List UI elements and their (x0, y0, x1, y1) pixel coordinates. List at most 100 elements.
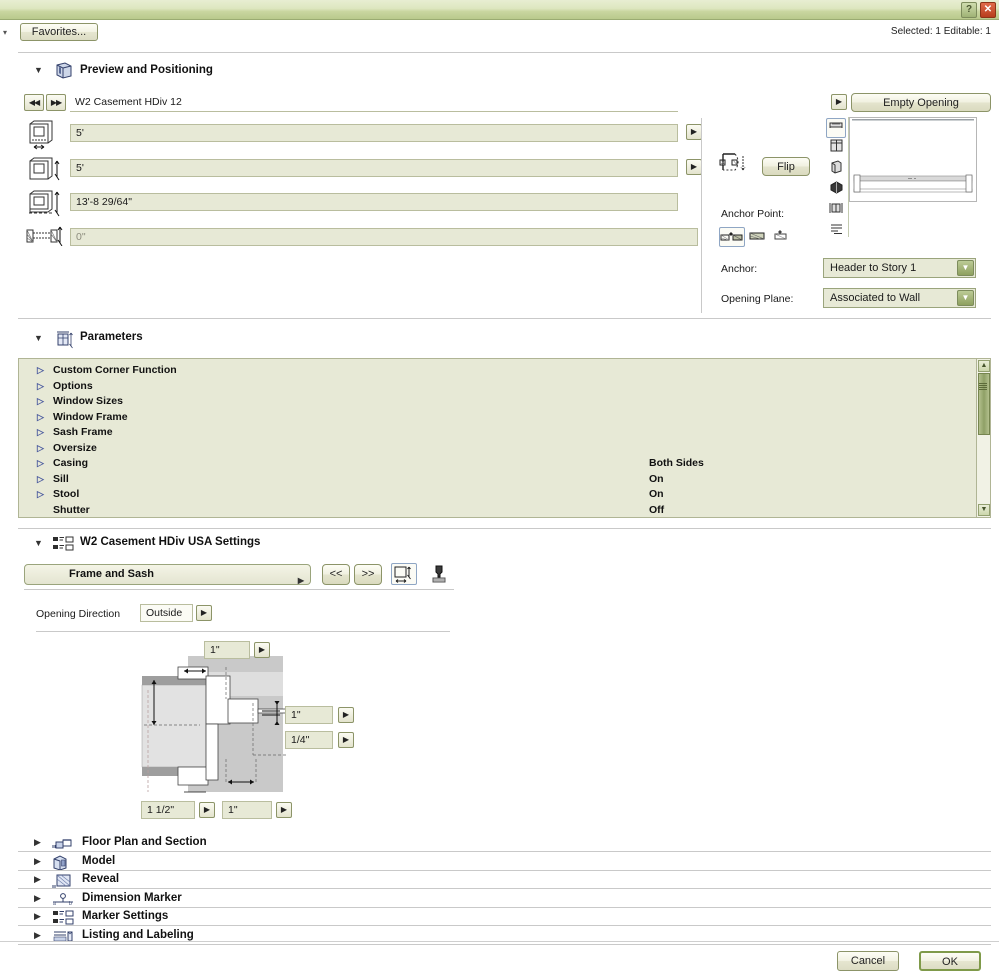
parameters-scrollbar[interactable]: ▲ ▼ (976, 359, 990, 517)
next-object-button[interactable]: ▶▶ (46, 94, 66, 111)
chevron-right-icon[interactable]: ▶ (298, 571, 304, 590)
chevron-right-icon[interactable]: ▷ (37, 379, 44, 395)
next-page-button[interactable]: >> (354, 564, 382, 585)
anchor-point-option-side[interactable] (772, 229, 790, 246)
chevron-right-icon[interactable]: ▷ (37, 363, 44, 379)
previous-object-button[interactable]: ◀◀ (24, 94, 44, 111)
chevron-right-icon[interactable]: ▶ (34, 911, 41, 922)
parameter-label: Stool (53, 488, 80, 500)
section-header-preview-positioning[interactable]: ▼ Preview and Positioning (0, 60, 999, 82)
chevron-right-icon[interactable]: ▶ (34, 874, 41, 885)
frame-top-width-spinner[interactable]: ▶ (254, 642, 270, 658)
scroll-up-button[interactable]: ▲ (978, 360, 990, 372)
chevron-right-icon[interactable]: ▷ (37, 472, 44, 488)
chevron-right-icon[interactable]: ▶ (34, 856, 41, 867)
chevron-down-icon[interactable]: ▼ (34, 333, 43, 343)
chevron-right-icon[interactable]: ▶ (34, 893, 41, 904)
previous-page-button[interactable]: << (322, 564, 350, 585)
anchor-select[interactable]: Header to Story 1 ▼ (823, 258, 976, 278)
cancel-button[interactable]: Cancel (837, 951, 899, 971)
object-name-field[interactable]: W2 Casement HDiv 12 (70, 94, 678, 112)
parameter-row[interactable]: ▷ Window Sizes (19, 394, 990, 410)
chevron-right-icon[interactable]: ▷ (37, 394, 44, 410)
favorites-button[interactable]: Favorites... (20, 23, 98, 41)
width-field[interactable]: 5' (70, 124, 678, 142)
flip-button[interactable]: Flip (762, 157, 810, 176)
glazing-rebate-field[interactable]: 1/4" (285, 731, 333, 749)
section-header-listing-and-labeling[interactable]: ▶ Listing and Labeling (0, 927, 999, 945)
height-spinner[interactable]: ▶ (686, 159, 702, 175)
chevron-down-icon[interactable]: ▼ (957, 260, 974, 276)
sash-thickness-spinner[interactable]: ▶ (338, 707, 354, 723)
parameter-row[interactable]: ▷ Casing Both Sides (19, 456, 990, 472)
ok-button[interactable]: OK (919, 951, 981, 971)
parameter-row[interactable]: ▷ Custom Corner Function (19, 363, 990, 379)
frame-top-width-field[interactable]: 1" (204, 641, 250, 659)
divider-opening-direction (36, 631, 450, 632)
frame-depth-field[interactable]: 1 1/2" (141, 801, 195, 819)
parameter-row[interactable]: ▷ Oversize (19, 441, 990, 457)
section-header-model[interactable]: ▶ Model (0, 853, 999, 871)
opening-plane-select[interactable]: Associated to Wall ▼ (823, 288, 976, 308)
section-header-dimension-marker[interactable]: ▶ a b Dimension Marker (0, 890, 999, 908)
width-spinner[interactable]: ▶ (686, 124, 702, 140)
opening-direction-field[interactable]: Outside (140, 604, 193, 622)
chevron-right-icon[interactable]: ▶ (34, 837, 41, 848)
section-title: Marker Settings (82, 910, 169, 923)
section-header-marker-settings[interactable]: ▶ Marker Settings (0, 908, 999, 926)
section-header-parameters[interactable]: ▼ Parameters (0, 328, 999, 350)
empty-opening-button[interactable]: Empty Opening (851, 93, 991, 112)
parameter-row[interactable]: ▷ Window Frame (19, 410, 990, 426)
section-header-floor-plan-and-section[interactable]: ▶ Floor Plan and Section (0, 834, 999, 852)
settings-page-selector[interactable]: Frame and Sash ▶ (24, 564, 311, 585)
opening-direction-label: Opening Direction (36, 608, 121, 620)
sill-height-field[interactable]: 13'-8 29/64" (70, 193, 678, 211)
chevron-right-icon[interactable]: ▷ (37, 487, 44, 503)
chevron-down-icon[interactable]: ▼ (957, 290, 974, 306)
chevron-down-icon[interactable]: ▼ (34, 538, 43, 548)
parameter-row[interactable]: ▷ Options (19, 379, 990, 395)
anchor-point-option-center[interactable] (748, 229, 766, 246)
chevron-right-icon[interactable]: ▷ (37, 456, 44, 472)
section-header-reveal[interactable]: ▶ Reveal (0, 871, 999, 889)
parameter-row[interactable]: ▷ Sill On (19, 472, 990, 488)
chevron-right-icon[interactable]: ▷ (37, 425, 44, 441)
parameter-value: Off (649, 503, 665, 516)
chevron-right-icon[interactable]: ▷ (37, 441, 44, 457)
panel-collapse-icon[interactable]: ▾ (3, 28, 7, 37)
view-3d-front-button[interactable] (826, 160, 846, 180)
view-section-button[interactable] (826, 202, 846, 222)
sash-overlap-spinner[interactable]: ▶ (276, 802, 292, 818)
help-button[interactable]: ? (961, 2, 977, 18)
titlebar-buttons: ? ✕ (961, 2, 996, 18)
frame-depth-spinner[interactable]: ▶ (199, 802, 215, 818)
resize-tool-button[interactable] (391, 563, 417, 585)
glazing-rebate-spinner[interactable]: ▶ (338, 732, 354, 748)
empty-opening-dropdown-arrow[interactable]: ▶ (831, 94, 847, 110)
preview-thumbnail[interactable] (849, 117, 977, 202)
view-elevation-button[interactable] (826, 139, 846, 159)
height-field[interactable]: 5' (70, 159, 678, 177)
divider-preview-bottom (18, 318, 991, 319)
window-titlebar: ? ✕ (0, 0, 999, 20)
close-button[interactable]: ✕ (980, 2, 996, 18)
parameter-row[interactable]: ▷ Stool On (19, 487, 990, 503)
section-title: Floor Plan and Section (82, 836, 207, 848)
chevron-down-icon[interactable]: ▼ (34, 65, 43, 75)
pick-tool-icon[interactable] (430, 565, 448, 587)
parameter-row[interactable]: ▷ Sash Frame (19, 425, 990, 441)
scroll-down-button[interactable]: ▼ (978, 504, 990, 516)
anchor-point-option-top[interactable] (719, 227, 745, 247)
chevron-right-icon[interactable]: ▶ (34, 930, 41, 941)
view-3d-axono-button[interactable] (826, 181, 846, 201)
section-header-object-settings[interactable]: ▼ W2 Casement HDiv USA Settings (0, 533, 999, 555)
sash-overlap-field[interactable]: 1" (222, 801, 272, 819)
chevron-right-icon[interactable]: ▷ (37, 410, 44, 426)
sash-thickness-field[interactable]: 1" (285, 706, 333, 724)
parameters-list[interactable]: ▷ Custom Corner Function ▷ Options ▷ Window S… (18, 358, 991, 518)
view-list-button[interactable] (826, 223, 846, 243)
parameter-row[interactable]: Shutter Off (19, 503, 990, 519)
opening-direction-spinner[interactable]: ▶ (196, 605, 212, 621)
view-floor-plan-button[interactable] (826, 118, 846, 138)
wall-offset-field[interactable]: 0" (70, 228, 698, 246)
